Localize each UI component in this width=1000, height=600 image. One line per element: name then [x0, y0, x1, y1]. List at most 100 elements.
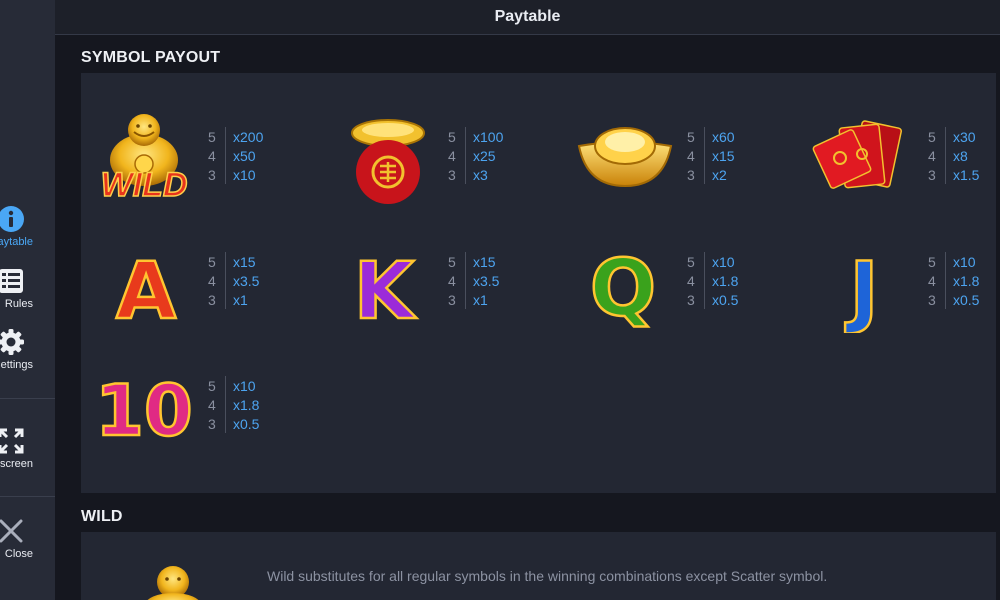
payout-row: 4 x3.5 — [208, 271, 259, 290]
payout-separator — [465, 146, 466, 165]
symbol-cell-red-envelopes: 5 x30 4 x8 3 x1.5 — [806, 108, 1000, 208]
payout-separator — [945, 146, 946, 165]
svg-text:K: K — [354, 247, 417, 333]
payout-row: 3 x1.5 — [928, 165, 979, 184]
payout-row: 4 x1.8 — [687, 271, 738, 290]
payout-separator — [225, 271, 226, 290]
payout-list: 5 x15 4 x3.5 3 x1 — [208, 252, 259, 309]
payout-separator — [704, 146, 705, 165]
payout-separator — [704, 271, 705, 290]
payout-multiplier: x10 — [233, 166, 256, 183]
payout-separator — [225, 165, 226, 184]
payout-count: 3 — [448, 166, 456, 183]
money-bag-symbol — [351, 119, 425, 204]
sidebar-item-label: Close — [4, 548, 33, 560]
payout-list: 5 x200 4 x50 3 x10 — [208, 127, 263, 184]
symbol-cell-letter-q: Q 5 x10 4 x1.8 3 x0.5 — [565, 233, 785, 333]
payout-multiplier: x15 — [712, 147, 735, 164]
payout-row: 5 x15 — [208, 252, 259, 271]
sidebar-item-paytable[interactable]: Paytable — [0, 205, 55, 248]
sidebar-item-settings[interactable]: Settings — [0, 328, 55, 371]
payout-multiplier: x0.5 — [233, 415, 260, 432]
letter-a-symbol: A — [115, 246, 178, 333]
payout-separator — [945, 127, 946, 146]
payout-list: 5 x10 4 x1.8 3 x0.5 — [687, 252, 738, 309]
payout-multiplier: x1.8 — [953, 272, 980, 289]
payout-row: 5 x15 — [448, 252, 499, 271]
payout-row: 5 x10 — [928, 252, 979, 271]
symbol-cell-wild: WILD 5 x200 4 x50 3 x10 — [86, 108, 306, 208]
payout-separator — [465, 165, 466, 184]
symbol-cell-letter-a: A 5 x15 4 x3.5 3 x1 — [86, 233, 306, 333]
close-icon — [0, 519, 22, 543]
sidebar-item-label: Fullscreen — [0, 458, 33, 470]
payout-multiplier: x1.8 — [712, 272, 739, 289]
buddha-wild-symbol — [147, 566, 199, 600]
payout-count: 5 — [687, 253, 695, 270]
payout-list: 5 x10 4 x1.8 3 x0.5 — [208, 376, 259, 433]
svg-text:WILD: WILD — [101, 166, 188, 204]
payout-separator — [945, 252, 946, 271]
payout-multiplier: x0.5 — [712, 291, 739, 308]
sidebar-item-close[interactable]: Close — [0, 517, 55, 560]
payout-separator — [225, 376, 226, 395]
letter-k-symbol: K — [353, 246, 419, 333]
payout-list: 5 x30 4 x8 3 x1.5 — [928, 127, 979, 184]
payout-multiplier: x10 — [712, 253, 735, 270]
payout-separator — [465, 252, 466, 271]
payout-row: 4 x1.8 — [208, 395, 259, 414]
payout-multiplier: x1.5 — [953, 166, 980, 183]
payout-row: 5 x200 — [208, 127, 263, 146]
payout-row: 4 x25 — [448, 146, 503, 165]
svg-text:Q: Q — [590, 244, 656, 333]
payout-row: 3 x2 — [687, 165, 735, 184]
payout-count: 5 — [208, 128, 216, 145]
payout-separator — [225, 146, 226, 165]
payout-multiplier: x0.5 — [953, 291, 980, 308]
payout-row: 3 x0.5 — [687, 290, 738, 309]
payout-separator — [945, 165, 946, 184]
payout-multiplier: x25 — [473, 147, 496, 164]
payout-separator — [225, 252, 226, 271]
payout-multiplier: x100 — [473, 128, 504, 145]
payout-count: 4 — [448, 272, 456, 289]
sidebar: Paytable Rules Settings — [0, 0, 55, 600]
sidebar-item-label: Settings — [0, 359, 33, 371]
payout-count: 4 — [208, 147, 216, 164]
payout-multiplier: x3 — [473, 166, 488, 183]
payout-count: 4 — [208, 396, 216, 413]
sidebar-item-fullscreen[interactable]: Fullscreen — [0, 427, 55, 470]
payout-separator — [225, 414, 226, 433]
payout-separator — [704, 165, 705, 184]
payout-count: 4 — [448, 147, 456, 164]
section-title-symbol-payout: SYMBOL PAYOUT — [81, 49, 221, 66]
payout-count: 5 — [448, 128, 456, 145]
payout-list: 5 x10 4 x1.8 3 x0.5 — [928, 252, 979, 309]
payout-list: 5 x100 4 x25 3 x3 — [448, 127, 503, 184]
payout-row: 3 x3 — [448, 165, 503, 184]
payout-multiplier: x3.5 — [473, 272, 500, 289]
sidebar-item-label: Rules — [4, 298, 33, 310]
payout-multiplier: x15 — [473, 253, 496, 270]
payout-count: 3 — [687, 166, 695, 183]
payout-count: 5 — [208, 377, 216, 394]
sidebar-item-rules[interactable]: Rules — [0, 267, 55, 310]
payout-multiplier: x10 — [953, 253, 976, 270]
payout-row: 3 x0.5 — [928, 290, 979, 309]
payout-multiplier: x1 — [473, 291, 488, 308]
payout-multiplier: x15 — [233, 253, 256, 270]
payout-separator — [465, 290, 466, 309]
payout-separator — [465, 127, 466, 146]
payout-multiplier: x200 — [233, 128, 264, 145]
payout-multiplier: x1 — [233, 291, 248, 308]
payout-separator — [225, 290, 226, 309]
payout-row: 3 x1 — [448, 290, 499, 309]
payout-count: 4 — [687, 272, 695, 289]
letter-q-symbol: Q — [589, 243, 658, 333]
symbol-cell-letter-k: K 5 x15 4 x3.5 3 x1 — [326, 233, 546, 333]
payout-count: 3 — [928, 166, 936, 183]
payout-count: 3 — [448, 291, 456, 308]
payout-count: 5 — [448, 253, 456, 270]
payout-count: 4 — [687, 147, 695, 164]
sidebar-divider — [0, 496, 55, 497]
